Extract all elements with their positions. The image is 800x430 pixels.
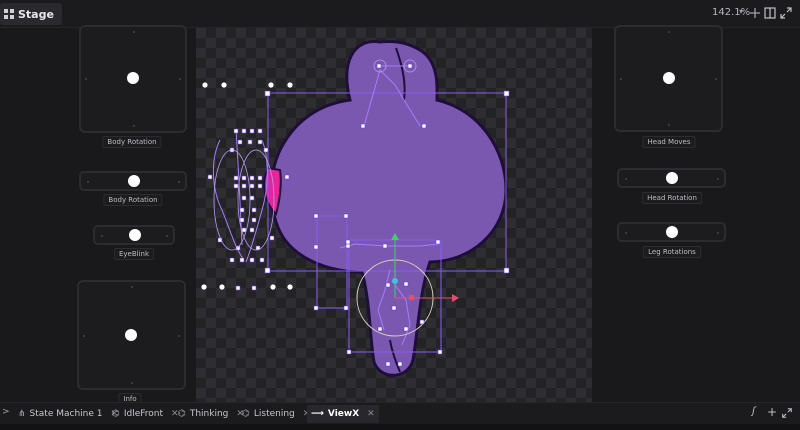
- add-icon[interactable]: +: [767, 405, 777, 419]
- tab-label: Listening: [253, 409, 295, 419]
- tab-label: Thinking: [189, 409, 229, 419]
- mouth-accent: [263, 166, 282, 216]
- tab-listening[interactable]: ⌬ Listening ✕: [238, 405, 314, 423]
- tab-label: ViewX: [327, 409, 360, 419]
- timeline-icon: ⌬: [242, 409, 250, 419]
- tab-label: IdleFront: [123, 409, 164, 419]
- timeline-icon: ⌬: [112, 409, 120, 419]
- curve-icon[interactable]: ʃ: [752, 406, 755, 417]
- timeline-tab-bar: > ⋔ State Machine 1 ✕ ⌬ IdleFront ✕ ⌬ Th…: [0, 402, 800, 424]
- timeline-icon: ⌬: [178, 409, 186, 419]
- tab-viewx[interactable]: ⟶ ViewX ✕: [307, 405, 379, 423]
- expand-icon[interactable]: [781, 407, 793, 419]
- tab-idlefront[interactable]: ⌬ IdleFront ✕: [108, 405, 183, 423]
- timeline-strip: [0, 424, 800, 430]
- character-rig[interactable]: [0, 0, 800, 430]
- eye-rig-handles[interactable]: [207, 128, 275, 291]
- tab-state-machine-1[interactable]: ⋔ State Machine 1 ✕: [14, 405, 122, 423]
- chevron-right-icon[interactable]: >: [2, 407, 10, 417]
- arrow-right-icon: ⟶: [311, 409, 324, 419]
- state-machine-icon: ⋔: [18, 409, 26, 419]
- tab-label: State Machine 1: [29, 409, 103, 419]
- character-body[interactable]: [263, 40, 508, 377]
- close-icon[interactable]: ✕: [367, 409, 375, 419]
- tab-thinking[interactable]: ⌬ Thinking ✕: [174, 405, 248, 423]
